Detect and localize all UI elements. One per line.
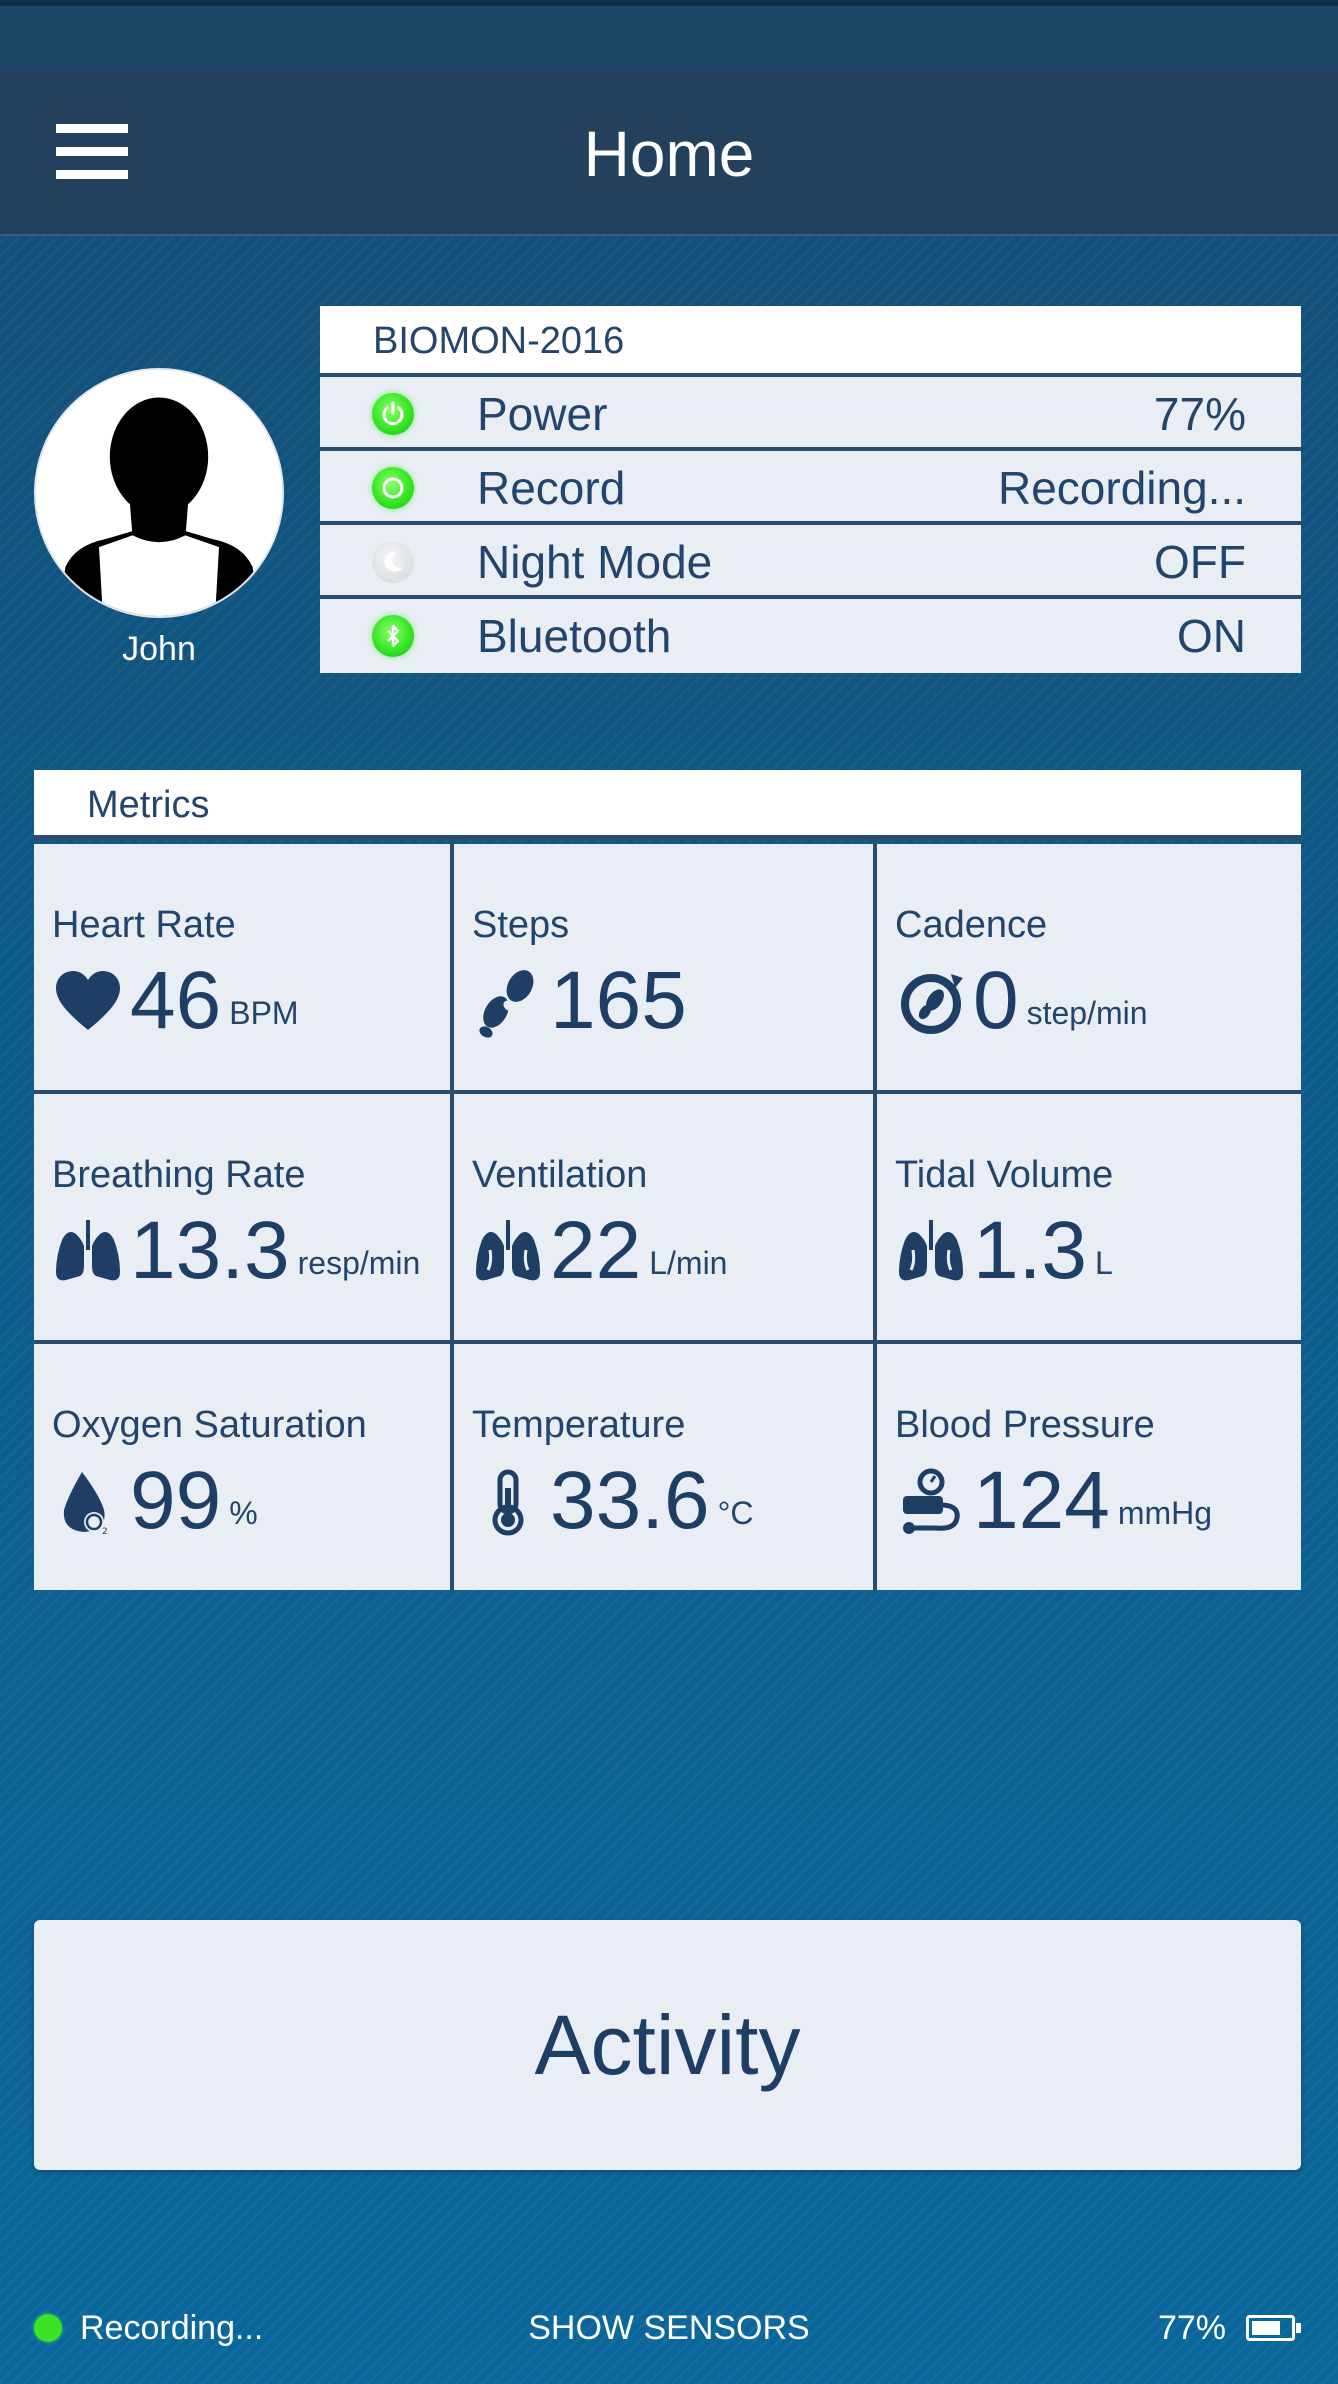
footer-bar: Recording... SHOW SENSORS 77%	[0, 2290, 1338, 2366]
battery-icon	[1246, 2315, 1301, 2341]
status-bar	[0, 0, 1338, 72]
metric-temperature[interactable]: Temperature 33.6 °C	[454, 1344, 877, 1590]
device-row-bluetooth[interactable]: Bluetooth ON	[320, 599, 1301, 673]
heart-icon	[52, 966, 124, 1038]
metric-breathing-rate[interactable]: Breathing Rate 13.3 resp/min	[34, 1094, 454, 1340]
lungs-icon	[472, 1216, 544, 1288]
night-mode-value: OFF	[1154, 536, 1246, 588]
show-sensors-container: SHOW SENSORS	[0, 2290, 1338, 2366]
hamburger-menu-icon[interactable]	[56, 124, 128, 180]
lungs-icon	[895, 1216, 967, 1288]
metric-unit: L/min	[649, 1245, 728, 1281]
oxygen-drop-icon: 2	[52, 1466, 124, 1538]
metric-value: 46	[130, 955, 222, 1046]
show-sensors-button[interactable]: SHOW SENSORS	[528, 2309, 809, 2347]
blood-pressure-icon	[895, 1466, 967, 1538]
metric-label: Blood Pressure	[895, 1404, 1155, 1446]
metric-value: 13.3	[130, 1205, 290, 1296]
metric-steps[interactable]: Steps 165	[454, 844, 877, 1090]
device-row-night-mode[interactable]: Night Mode OFF	[320, 525, 1301, 599]
record-icon	[372, 467, 414, 509]
metric-value: 33.6	[550, 1455, 710, 1546]
power-label: Power	[477, 388, 608, 440]
metric-unit: %	[229, 1495, 258, 1531]
metric-label: Steps	[472, 904, 570, 946]
metric-unit: mmHg	[1117, 1495, 1213, 1531]
metric-label: Oxygen Saturation	[52, 1404, 367, 1446]
navigation-bar: Home	[0, 72, 1338, 236]
record-label: Record	[477, 462, 626, 514]
bluetooth-value: ON	[1177, 610, 1246, 662]
night-mode-label: Night Mode	[477, 536, 713, 588]
power-icon	[372, 393, 414, 435]
avatar[interactable]	[34, 368, 284, 618]
battery-level: 77%	[1157, 2309, 1226, 2347]
bluetooth-icon	[372, 615, 414, 657]
metric-value: 99	[130, 1455, 222, 1546]
metric-label: Tidal Volume	[895, 1154, 1114, 1196]
metric-value: 1.3	[973, 1205, 1087, 1296]
user-name: John	[122, 630, 196, 668]
metric-cadence[interactable]: Cadence 0 step/min	[877, 844, 1301, 1090]
power-value: 77%	[1153, 388, 1246, 440]
svg-text:2: 2	[102, 1527, 108, 1537]
metric-tidal-volume[interactable]: Tidal Volume 1.3 L	[877, 1094, 1301, 1340]
metric-label: Cadence	[895, 904, 1048, 946]
metric-value: 165	[550, 955, 687, 1046]
metrics-grid: Heart Rate 46 BPM Steps 165 Cadence 0 st…	[34, 844, 1301, 1590]
thermometer-icon	[472, 1466, 544, 1538]
metric-blood-pressure[interactable]: Blood Pressure 124 mmHg	[877, 1344, 1301, 1590]
metric-unit: resp/min	[297, 1245, 421, 1281]
cadence-icon	[895, 966, 967, 1038]
metric-unit: °C	[717, 1495, 754, 1531]
record-value: Recording...	[997, 462, 1246, 514]
metric-label: Ventilation	[472, 1154, 648, 1196]
footsteps-icon	[472, 966, 544, 1038]
metric-value: 22	[550, 1205, 642, 1296]
metric-heart-rate[interactable]: Heart Rate 46 BPM	[34, 844, 454, 1090]
metric-oxygen-saturation[interactable]: Oxygen Saturation 2 99 %	[34, 1344, 454, 1590]
page-title: Home	[583, 118, 755, 190]
lungs-icon	[52, 1216, 124, 1288]
metric-unit: BPM	[229, 995, 299, 1031]
metric-value: 124	[973, 1455, 1110, 1546]
metric-ventilation[interactable]: Ventilation 22 L/min	[454, 1094, 877, 1340]
person-silhouette-icon	[36, 370, 282, 616]
device-name: BIOMON-2016	[320, 306, 1301, 377]
metric-label: Heart Rate	[52, 904, 236, 946]
moon-icon	[372, 541, 414, 583]
metric-label: Breathing Rate	[52, 1154, 306, 1196]
activity-button[interactable]: Activity	[34, 1920, 1301, 2170]
device-row-record[interactable]: Record Recording...	[320, 451, 1301, 525]
metric-value: 0	[973, 955, 1019, 1046]
bluetooth-label: Bluetooth	[477, 610, 672, 662]
metrics-panel: Metrics Heart Rate 46 BPM Steps 165 Cade…	[34, 770, 1301, 1590]
device-status-panel: BIOMON-2016 Power 77% Record Recording..…	[320, 306, 1301, 673]
device-row-power[interactable]: Power 77%	[320, 377, 1301, 451]
metric-label: Temperature	[472, 1404, 686, 1446]
metrics-title: Metrics	[34, 770, 1301, 840]
metric-unit: L	[1095, 1245, 1113, 1281]
metric-unit: step/min	[1026, 995, 1148, 1031]
